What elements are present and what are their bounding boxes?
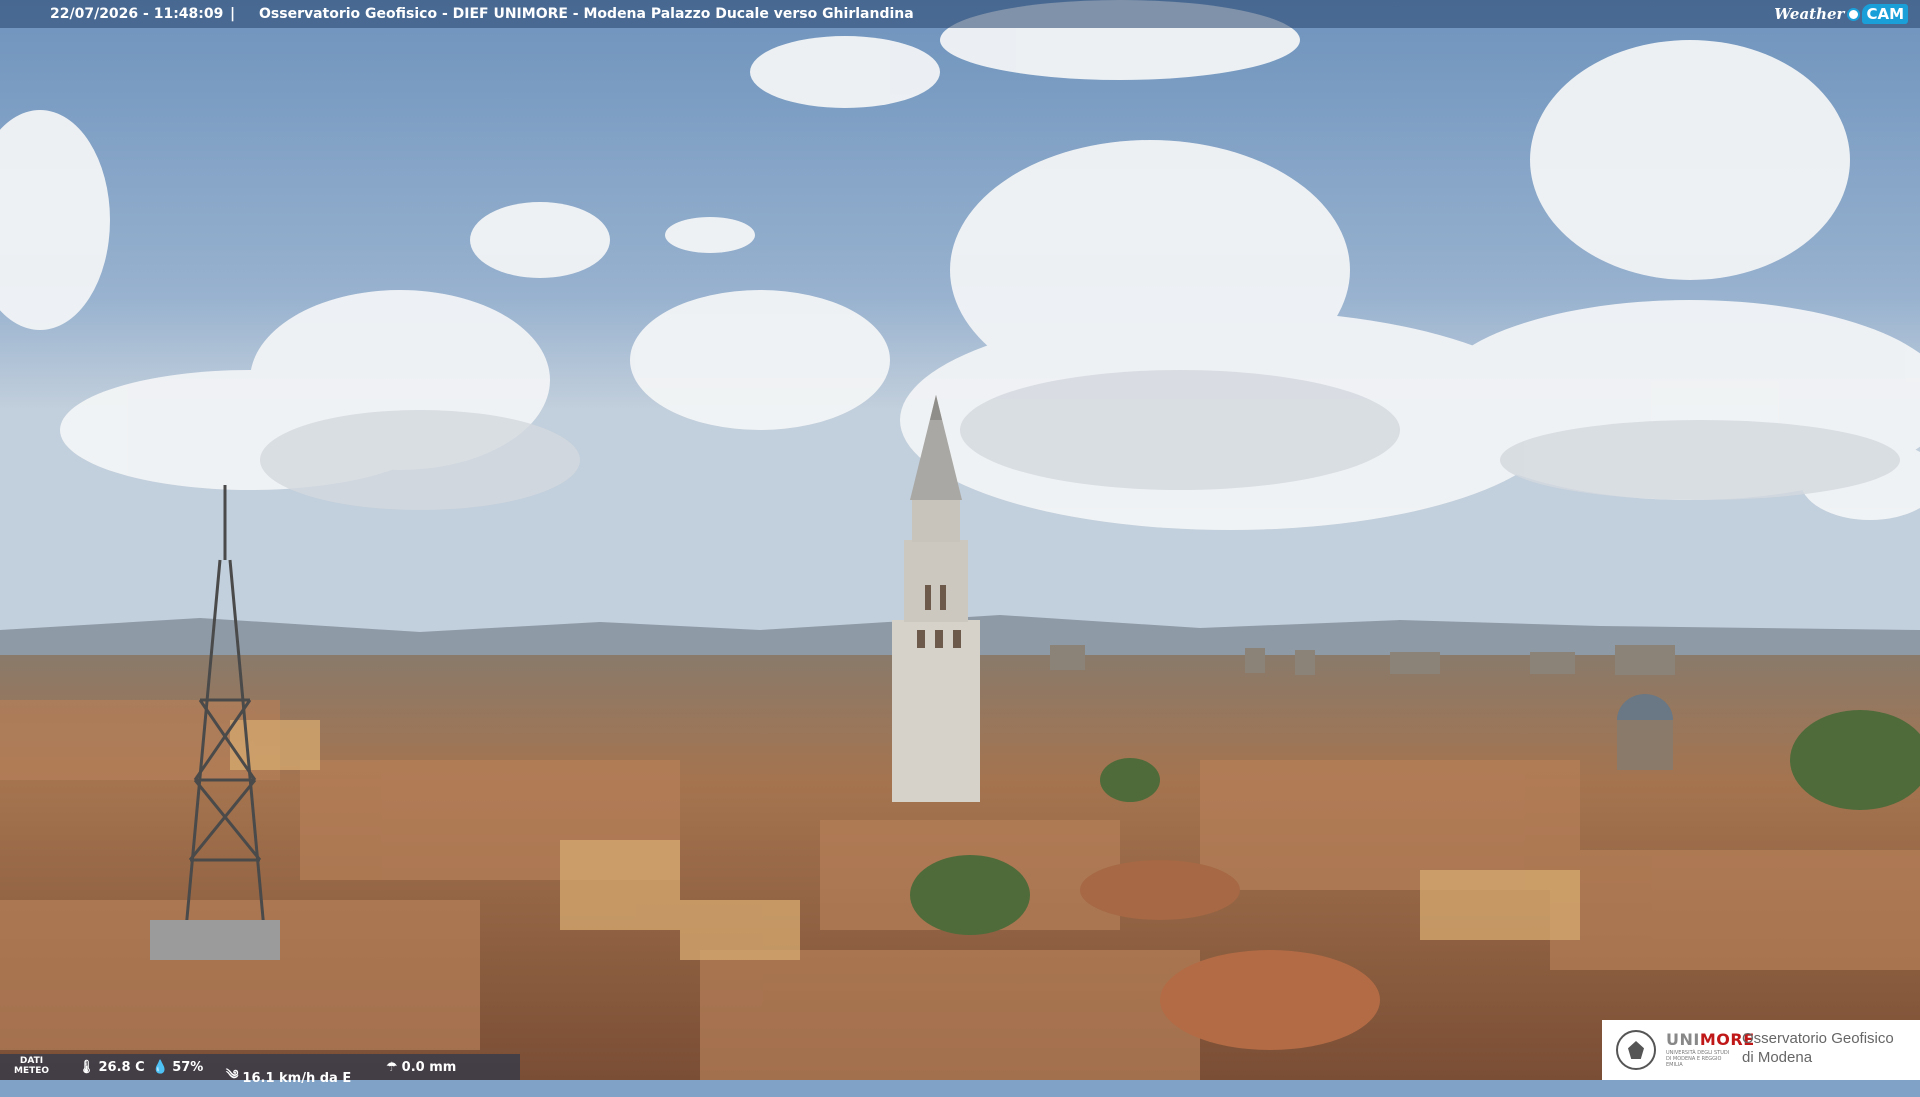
wind-reading: ༄ 16.1 km/h da E xyxy=(226,1060,351,1097)
webcam-scene xyxy=(0,0,1920,1080)
university-seal-icon xyxy=(1616,1030,1656,1070)
weather-label: DATI METEO xyxy=(14,1056,50,1076)
camera-title: Osservatorio Geofisico - DIEF UNIMORE - … xyxy=(259,6,914,22)
logo-weather-text: Weather xyxy=(1774,5,1845,23)
weathercam-logo: Weather CAM xyxy=(1774,3,1908,25)
camera-lens-icon xyxy=(1847,7,1861,21)
rain-reading: ☂ 0.0 mm xyxy=(386,1060,457,1075)
rain-icon: ☂ xyxy=(386,1060,398,1075)
temperature-reading: 🌡 26.8 C xyxy=(78,1060,145,1075)
wind-icon: ༄ xyxy=(226,1068,239,1083)
unimore-branding: UNIMORE UNIVERSITÀ DEGLI STUDI DI MODENA… xyxy=(1602,1020,1920,1080)
weather-data-bar: DATI METEO 🌡 26.8 C 💧 57% ༄ 16.1 km/h da… xyxy=(0,1054,520,1086)
logo-cam-text: CAM xyxy=(1862,4,1908,24)
timestamp: 22/07/2026 - 11:48:09 xyxy=(50,6,224,22)
observatory-name: Osservatorio Geofisico di Modena xyxy=(1742,1030,1894,1066)
humidity-reading: 💧 57% xyxy=(152,1060,204,1075)
top-info-bar: 22/07/2026 - 11:48:09 | Osservatorio Geo… xyxy=(0,0,1920,28)
dome-center xyxy=(1160,950,1380,1050)
thermometer-icon: 🌡 xyxy=(78,1060,95,1075)
droplet-icon: 💧 xyxy=(152,1060,169,1075)
university-subtitle: UNIVERSITÀ DEGLI STUDI DI MODENA E REGGI… xyxy=(1666,1050,1730,1068)
separator: | xyxy=(230,6,236,22)
